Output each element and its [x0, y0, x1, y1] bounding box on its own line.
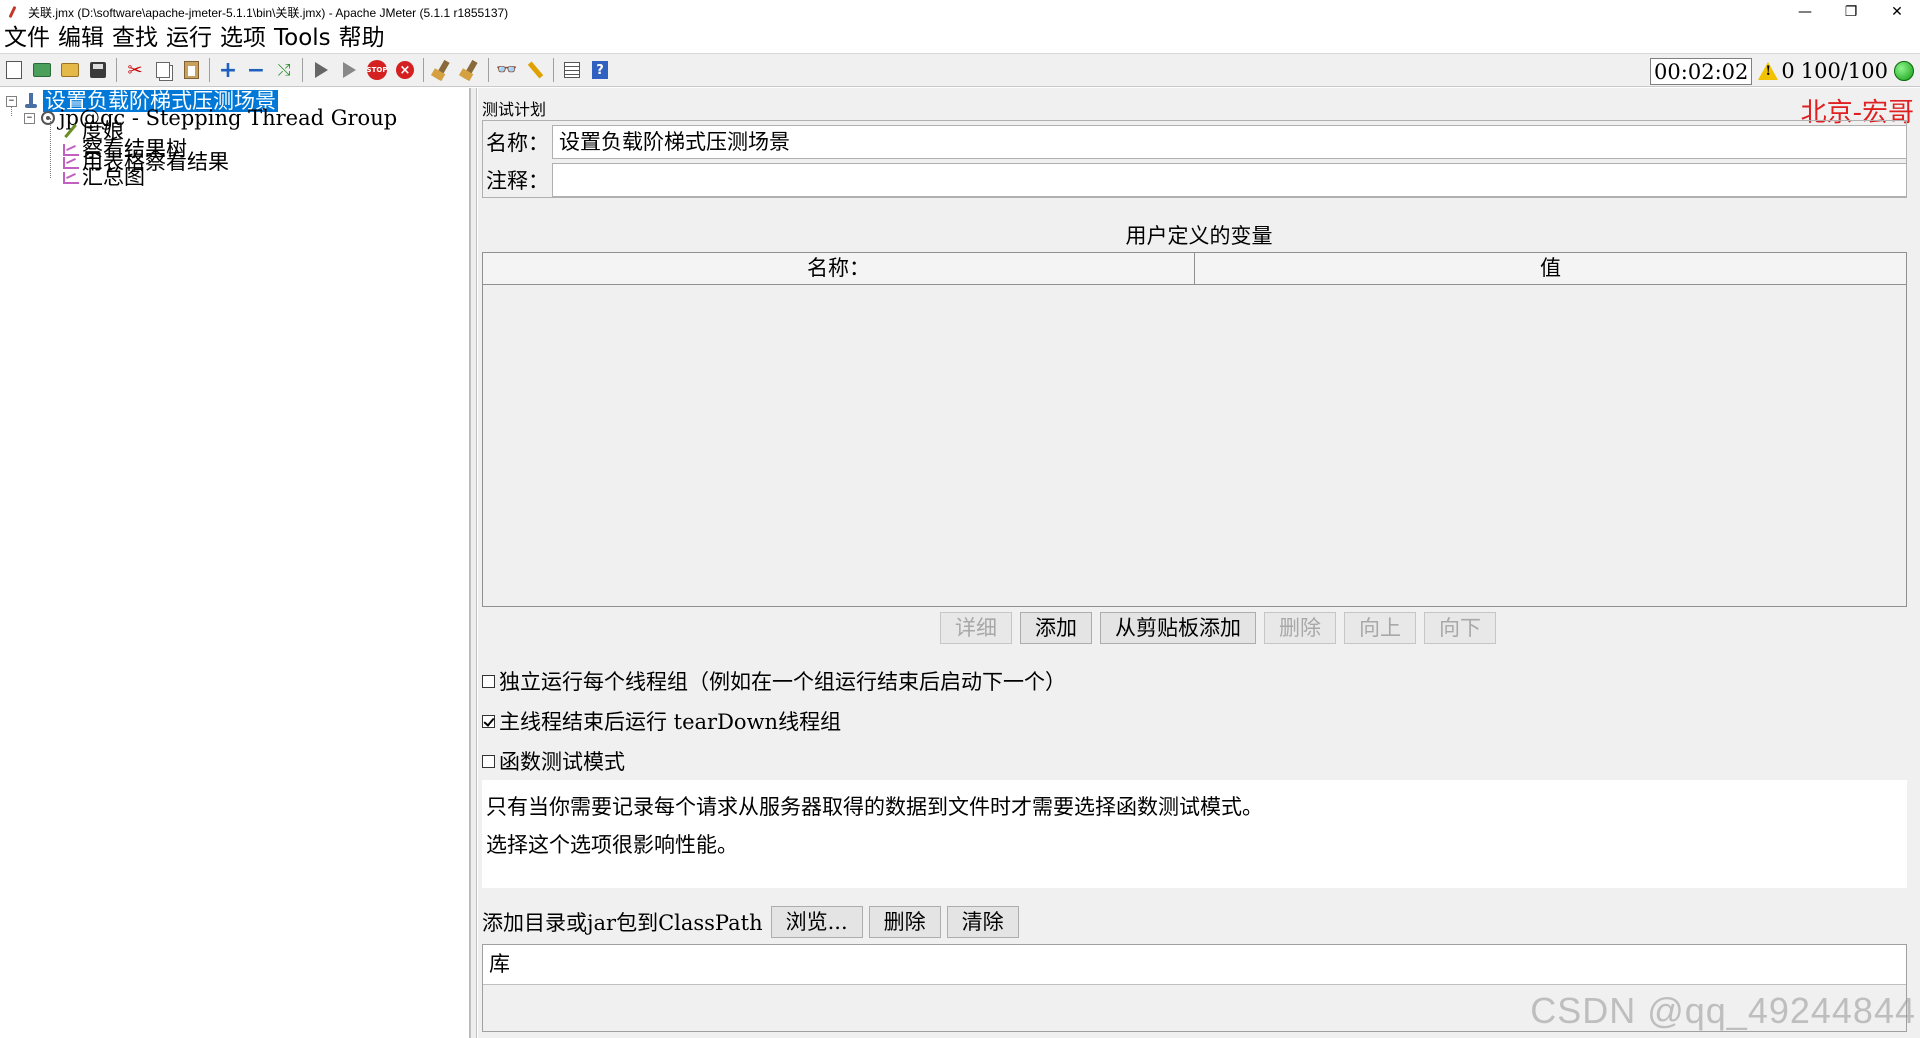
http-sampler-icon	[62, 123, 78, 139]
clear-icon[interactable]	[431, 59, 453, 81]
teardown-option[interactable]: 主线程结束后运行 tearDown线程组	[482, 706, 841, 736]
collapse-toggle-icon[interactable]: −	[6, 95, 17, 107]
functional-mode-option[interactable]: 函数测试模式	[482, 746, 625, 776]
templates-icon[interactable]	[31, 59, 53, 81]
move-up-button[interactable]: 向上	[1344, 612, 1416, 644]
functional-mode-help: 只有当你需要记录每个请求从服务器取得的数据到文件时才需要选择函数测试模式。 选择…	[482, 780, 1907, 888]
column-header-value[interactable]: 值	[1195, 253, 1906, 284]
browse-button[interactable]: 浏览...	[770, 906, 863, 938]
test-plan-editor: 测试计划 北京-宏哥 名称： 设置负载阶梯式压测场景 注释： 用户定义的变量 名…	[478, 88, 1920, 1038]
table-header: 名称： 值	[483, 253, 1906, 285]
panel-title: 测试计划	[482, 100, 547, 119]
copy-icon[interactable]	[152, 59, 174, 81]
toolbar-separator	[209, 58, 210, 82]
elapsed-timer: 00:02:02	[1650, 57, 1753, 85]
menu-file[interactable]: 文件	[0, 24, 54, 52]
serialize-option[interactable]: 独立运行每个线程组（例如在一个组运行结束后启动下一个）	[482, 666, 1066, 696]
close-button[interactable]: ✕	[1874, 0, 1920, 24]
serialize-label: 独立运行每个线程组（例如在一个组运行结束后启动下一个）	[499, 670, 1066, 694]
toolbar: ✂ + − ⤭ STOP × 👓 ? 00:02:02 0 100/100	[0, 53, 1920, 87]
paste-icon[interactable]	[180, 59, 202, 81]
add-button[interactable]: 添加	[1020, 612, 1092, 644]
collapse-toggle-icon[interactable]: −	[24, 112, 35, 124]
window-controls: — ❐ ✕	[1782, 0, 1920, 24]
column-header-name[interactable]: 名称：	[483, 253, 1195, 284]
add-from-clipboard-button[interactable]: 从剪贴板添加	[1100, 612, 1256, 644]
user-variables-table[interactable]: 名称： 值	[482, 252, 1907, 607]
warning-icon	[1758, 62, 1779, 80]
reset-search-icon[interactable]	[524, 59, 546, 81]
thread-group-icon	[41, 111, 55, 125]
classpath-label: 添加目录或jar包到ClassPath	[482, 911, 763, 935]
teardown-checkbox[interactable]	[482, 714, 495, 728]
menu-search[interactable]: 查找	[108, 24, 162, 52]
name-label: 名称：	[486, 131, 549, 155]
toggle-icon[interactable]: ⤭	[273, 59, 295, 81]
listener-icon	[62, 169, 79, 185]
function-helper-icon[interactable]	[561, 59, 583, 81]
menu-help[interactable]: 帮助	[335, 24, 389, 52]
teardown-label: 主线程结束后运行 tearDown线程组	[499, 710, 842, 734]
clear-all-icon[interactable]	[459, 59, 481, 81]
comment-input[interactable]	[552, 163, 1907, 197]
minimize-button[interactable]: —	[1782, 0, 1828, 24]
comment-label: 注释：	[486, 169, 549, 193]
expand-all-icon[interactable]: +	[217, 58, 239, 83]
functional-mode-label: 函数测试模式	[499, 750, 625, 774]
help-line: 选择这个选项很影响性能。	[486, 833, 738, 857]
menu-bar: 文件 编辑 查找 运行 选项 Tools 帮助	[0, 24, 1920, 52]
cut-icon[interactable]: ✂	[124, 59, 146, 81]
window-title: 关联.jmx (D:\software\apache-jmeter-5.1.1\…	[28, 5, 509, 20]
window-title-bar: 关联.jmx (D:\software\apache-jmeter-5.1.1\…	[0, 0, 1920, 24]
toolbar-separator	[423, 58, 424, 82]
collapse-all-icon[interactable]: −	[245, 58, 267, 83]
classpath-clear-button[interactable]: 清除	[946, 906, 1019, 938]
help-icon[interactable]: ?	[589, 59, 611, 81]
search-icon[interactable]: 👓	[496, 59, 518, 81]
warning-counter[interactable]: 0	[1758, 59, 1795, 83]
tree-node-listener[interactable]: 汇总图	[62, 166, 145, 188]
help-line: 只有当你需要记录每个请求从服务器取得的数据到文件时才需要选择函数测试模式。	[486, 795, 1263, 819]
start-icon[interactable]	[310, 59, 332, 81]
user-variables-caption: 用户定义的变量	[1125, 224, 1273, 248]
start-no-pause-icon[interactable]	[338, 59, 360, 81]
library-column-header: 库	[483, 945, 1906, 985]
run-status: 00:02:02 0 100/100	[1650, 57, 1914, 85]
variables-button-row: 详细 添加 从剪贴板添加 删除 向上 向下	[478, 612, 1920, 644]
tree-node-label: 汇总图	[82, 165, 145, 189]
menu-edit[interactable]: 编辑	[54, 24, 108, 52]
delete-button[interactable]: 删除	[1264, 612, 1336, 644]
new-icon[interactable]	[3, 59, 25, 81]
detail-button[interactable]: 详细	[940, 612, 1012, 644]
toolbar-separator	[488, 58, 489, 82]
running-indicator-icon	[1894, 61, 1914, 81]
stop-icon[interactable]: STOP	[366, 59, 388, 81]
name-row: 名称： 设置负载阶梯式压测场景	[482, 123, 1907, 161]
serialize-checkbox[interactable]	[482, 674, 495, 688]
functional-mode-checkbox[interactable]	[482, 754, 495, 768]
active-threads: 100/100	[1800, 59, 1888, 83]
menu-options[interactable]: 选项	[216, 24, 270, 52]
restore-button[interactable]: ❐	[1828, 0, 1874, 24]
classpath-row: 添加目录或jar包到ClassPath 浏览... 删除 清除	[482, 906, 1019, 938]
save-icon[interactable]	[87, 59, 109, 81]
open-icon[interactable]	[59, 59, 81, 81]
menu-tools[interactable]: Tools	[270, 24, 335, 52]
toolbar-separator	[116, 58, 117, 82]
menu-run[interactable]: 运行	[162, 24, 216, 52]
jmeter-feather-icon	[6, 5, 20, 19]
comment-row: 注释：	[482, 161, 1907, 199]
split-pane-divider[interactable]	[470, 88, 477, 1038]
csdn-watermark: CSDN @qq_49244844	[1530, 990, 1916, 1031]
warning-count: 0	[1781, 59, 1795, 83]
test-plan-tree: − 设置负载阶梯式压测场景 − jp@gc - Stepping Thread …	[0, 88, 477, 1038]
name-input[interactable]: 设置负载阶梯式压测场景	[552, 125, 1907, 159]
classpath-delete-button[interactable]: 删除	[868, 906, 941, 938]
move-down-button[interactable]: 向下	[1424, 612, 1496, 644]
toolbar-separator	[302, 58, 303, 82]
shutdown-icon[interactable]: ×	[394, 59, 416, 81]
toolbar-separator	[553, 58, 554, 82]
